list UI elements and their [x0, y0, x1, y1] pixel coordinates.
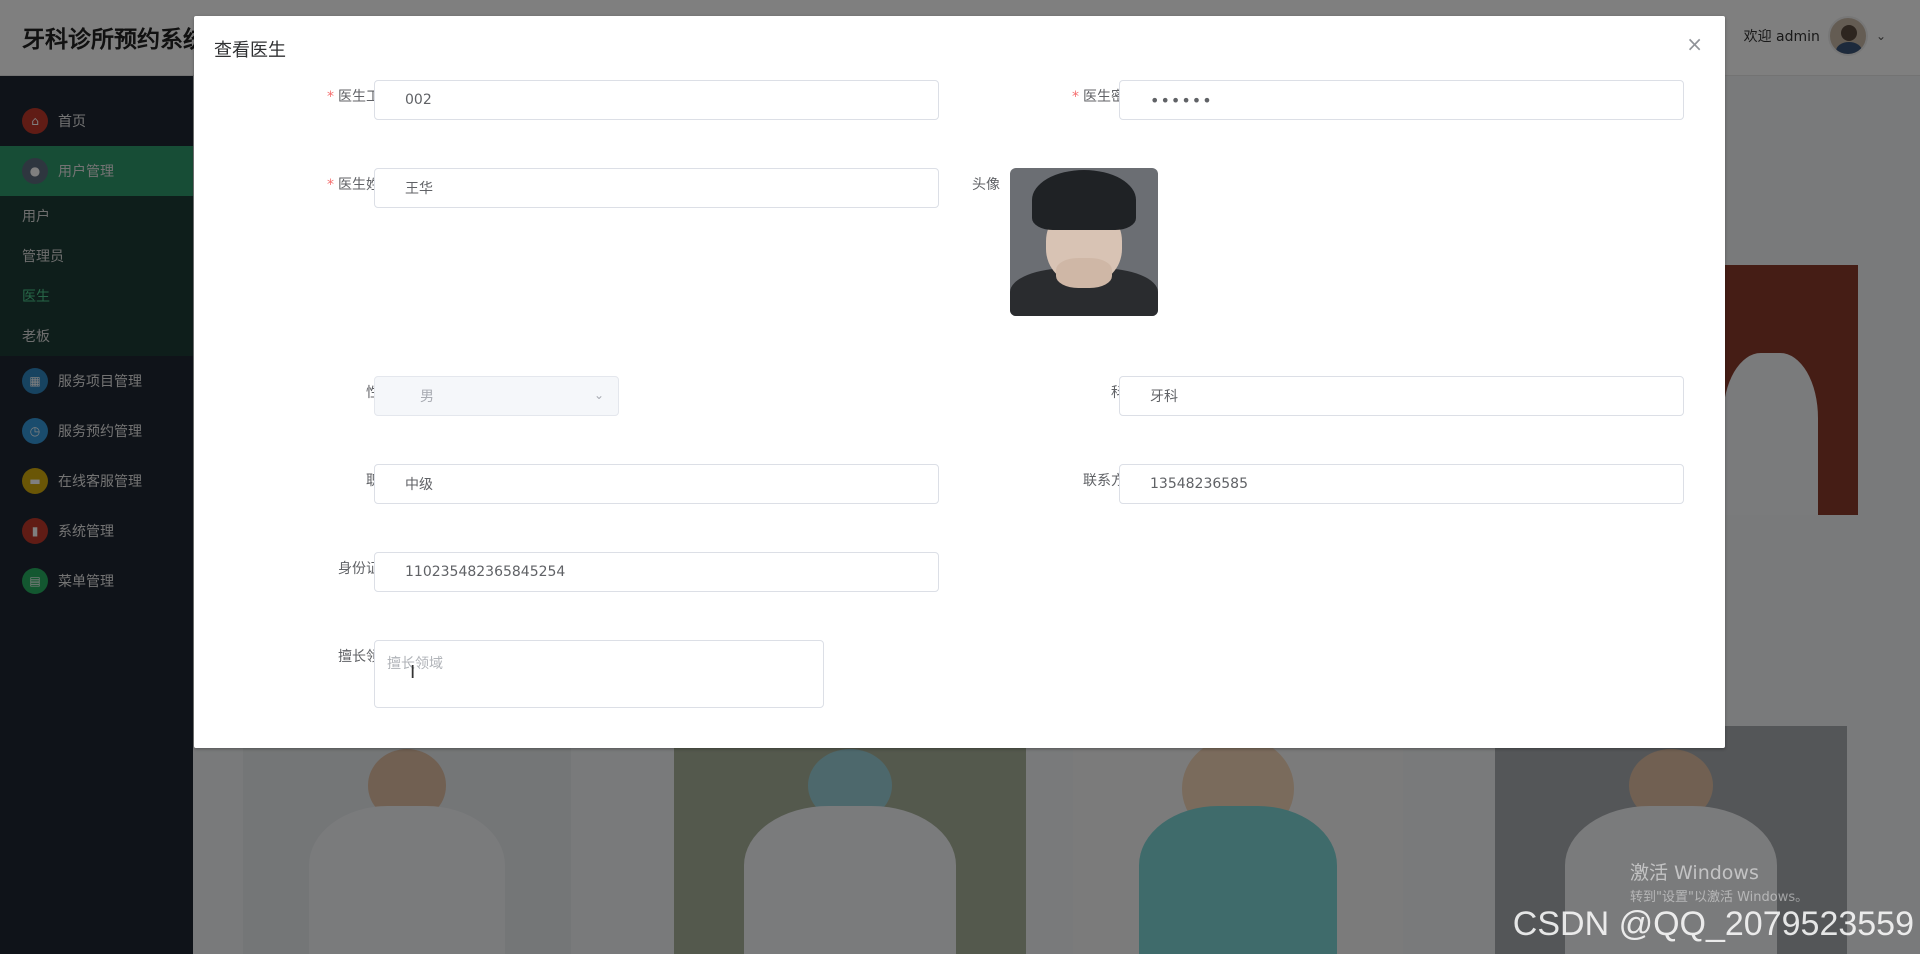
department-field[interactable]: 牙科: [1119, 376, 1684, 416]
close-icon[interactable]: ×: [1686, 34, 1703, 54]
gender-select[interactable]: 男 ⌄: [374, 376, 619, 416]
doctor-id-field[interactable]: 002: [374, 80, 939, 120]
text-cursor-icon: I: [410, 662, 416, 683]
doctor-avatar-image[interactable]: [1010, 168, 1158, 316]
contact-field[interactable]: 13548236585: [1119, 464, 1684, 504]
view-doctor-dialog: 查看医生 × *医生工号 002 *••••••医生密码 •••••• *医生姓…: [194, 16, 1725, 748]
avatar-label: 头像: [972, 177, 1000, 193]
title-field[interactable]: 中级: [374, 464, 939, 504]
dialog-title: 查看医生: [214, 40, 286, 61]
id-card-field[interactable]: 110235482365845254: [374, 552, 939, 592]
chevron-down-icon: ⌄: [593, 388, 604, 402]
activate-windows-text: 激活 Windows: [1630, 862, 1759, 884]
watermark: CSDN @QQ_2079523559: [1512, 905, 1914, 943]
specialty-textarea[interactable]: 擅长领域: [374, 640, 824, 708]
doctor-password-field[interactable]: ••••••: [1119, 80, 1684, 120]
activate-windows-hint: 转到"设置"以激活 Windows。: [1630, 890, 1809, 905]
doctor-name-field[interactable]: 王华: [374, 168, 939, 208]
